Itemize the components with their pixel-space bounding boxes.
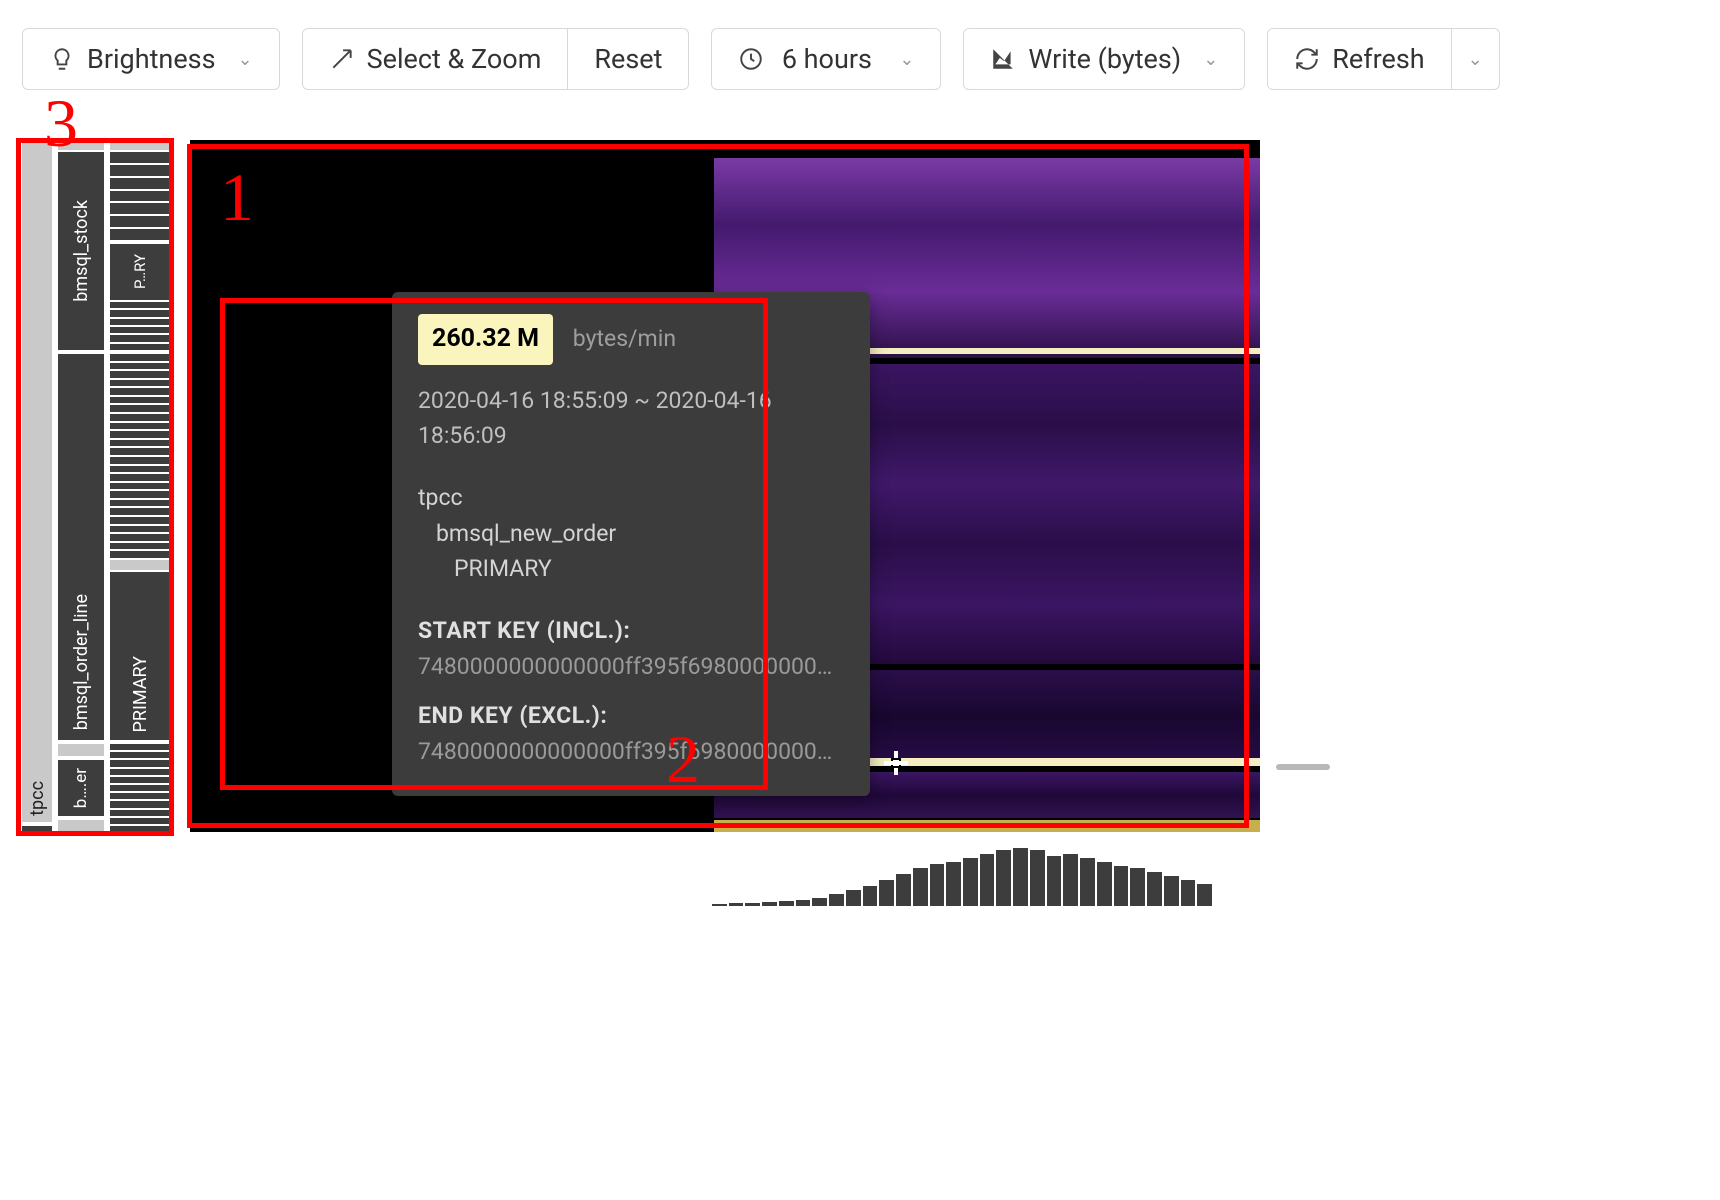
key-axis: tpcc bmsql_stock bmsql_order_line b….er [22, 140, 172, 832]
axis-idx-stripes-b [110, 302, 170, 350]
tooltip-path-index: PRIMARY [418, 551, 844, 587]
bulb-icon [49, 46, 75, 72]
metric-dropdown[interactable]: Write (bytes) ⌄ [963, 28, 1245, 90]
axis-idx-stripes-c [110, 354, 170, 558]
brightness-dropdown[interactable]: Brightness ⌄ [22, 28, 280, 90]
hist-bar [996, 850, 1011, 906]
hist-bar [745, 903, 760, 906]
axis-db-segment[interactable]: tpcc [22, 140, 52, 822]
axis-table-gap1 [58, 744, 104, 756]
refresh-group: Refresh ⌄ [1267, 28, 1499, 90]
brightness-label: Brightness [87, 43, 216, 75]
refresh-icon [1294, 46, 1320, 72]
tooltip-startkey-value: 7480000000000000ff395f698000000000f… [418, 649, 844, 685]
hist-bar [1080, 858, 1095, 906]
hist-bar [863, 886, 878, 906]
tooltip-path: tpcc bmsql_new_order PRIMARY [418, 480, 844, 587]
hist-bar [1114, 866, 1129, 906]
axis-index-column: P…RY PRIMARY [110, 140, 170, 832]
hist-bar [896, 874, 911, 906]
heatmap[interactable]: 260.32 M bytes/min 2020-04-16 18:55:09 ~… [190, 140, 1260, 832]
axis-idx-mid-label: PRIMARY [130, 656, 151, 732]
hist-bar [1181, 880, 1196, 906]
hist-bar [1013, 848, 1028, 906]
axis-idx-top[interactable]: P…RY [110, 244, 170, 300]
axis-db-end [22, 826, 52, 832]
axis-table-top[interactable]: bmsql_stock [58, 152, 104, 350]
tooltip-endkey-label: END KEY (EXCL.): [418, 698, 844, 734]
hist-bar [762, 902, 777, 906]
axis-idx-mid[interactable]: PRIMARY [110, 572, 170, 740]
chevron-down-icon: ⌄ [1203, 49, 1218, 70]
toolbar: Brightness ⌄ Select & Zoom Reset 6 hours… [0, 0, 1720, 110]
hist-bar [930, 864, 945, 906]
clock-icon [738, 46, 764, 72]
reset-label: Reset [594, 43, 662, 75]
hist-bar [729, 903, 744, 906]
axis-table-cap [58, 140, 104, 150]
hist-bar [1164, 876, 1179, 906]
axis-idx-stripes-a [110, 152, 170, 240]
hist-bar [963, 858, 978, 906]
metric-label: Write (bytes) [1028, 43, 1181, 75]
tooltip-path-db: tpcc [418, 480, 844, 516]
main-area: tpcc bmsql_stock bmsql_order_line b….er [22, 140, 1720, 1200]
axis-table-mid-label: bmsql_order_line [71, 594, 92, 730]
refresh-button[interactable]: Refresh [1267, 28, 1451, 90]
hist-bar [1130, 868, 1145, 906]
tooltip-startkey-label: START KEY (INCL.): [418, 613, 844, 649]
axis-table-bot[interactable]: b….er [58, 760, 104, 816]
hist-bar [1063, 854, 1078, 906]
select-zoom-label: Select & Zoom [367, 43, 542, 75]
hist-bar [1147, 872, 1162, 906]
chevron-down-icon: ⌄ [899, 49, 914, 70]
axis-db-column: tpcc [22, 140, 52, 832]
hist-bar [1047, 856, 1062, 906]
tooltip-value: 260.32 M [418, 314, 553, 365]
hist-bar [779, 901, 794, 906]
hist-bar [946, 862, 961, 906]
chevron-down-icon: ⌄ [1468, 49, 1483, 70]
hist-bar [1030, 850, 1045, 906]
tooltip-path-table: bmsql_new_order [418, 516, 844, 552]
refresh-label: Refresh [1332, 43, 1424, 75]
hist-bar [829, 894, 844, 906]
axis-table-gap2 [58, 820, 104, 832]
hist-bar [846, 890, 861, 906]
axis-db-label: tpcc [27, 781, 48, 816]
zoom-group: Select & Zoom Reset [302, 28, 690, 90]
tooltip-time-range: 2020-04-16 18:55:09 ~ 2020-04-16 18:56:0… [418, 383, 844, 454]
axis-idx-top-label: P…RY [131, 254, 149, 289]
tooltip-endkey-value: 7480000000000000ff395f698000000000f… [418, 734, 844, 770]
hist-bar [796, 900, 811, 906]
hist-bar [1097, 862, 1112, 906]
time-range-dropdown[interactable]: 6 hours ⌄ [711, 28, 941, 90]
select-zoom-button[interactable]: Select & Zoom [302, 28, 569, 90]
expand-icon [329, 46, 355, 72]
vertical-scroll-thumb[interactable] [1276, 764, 1330, 770]
axis-idx-cap [110, 140, 170, 150]
axis-table-mid[interactable]: bmsql_order_line [58, 354, 104, 740]
hist-bar [812, 898, 827, 906]
bucket-tooltip: 260.32 M bytes/min 2020-04-16 18:55:09 ~… [392, 292, 870, 796]
hist-bar [980, 854, 995, 906]
axis-idx-stripes-d [110, 744, 170, 832]
axis-table-column: bmsql_stock bmsql_order_line b….er [58, 140, 104, 832]
refresh-interval-dropdown[interactable]: ⌄ [1452, 28, 1500, 90]
hist-bar [712, 904, 727, 906]
tooltip-unit: bytes/min [573, 325, 676, 352]
axis-table-bot-label: b….er [71, 768, 91, 808]
hist-bar [879, 880, 894, 906]
axis-table-top-label: bmsql_stock [71, 200, 92, 302]
chevron-down-icon: ⌄ [238, 49, 253, 70]
time-histogram[interactable] [712, 846, 1212, 906]
reset-button[interactable]: Reset [568, 28, 689, 90]
hist-bar [1197, 884, 1212, 906]
hist-bar [913, 868, 928, 906]
area-chart-icon [990, 46, 1016, 72]
time-range-label: 6 hours [782, 43, 872, 75]
axis-idx-gap [110, 560, 170, 570]
